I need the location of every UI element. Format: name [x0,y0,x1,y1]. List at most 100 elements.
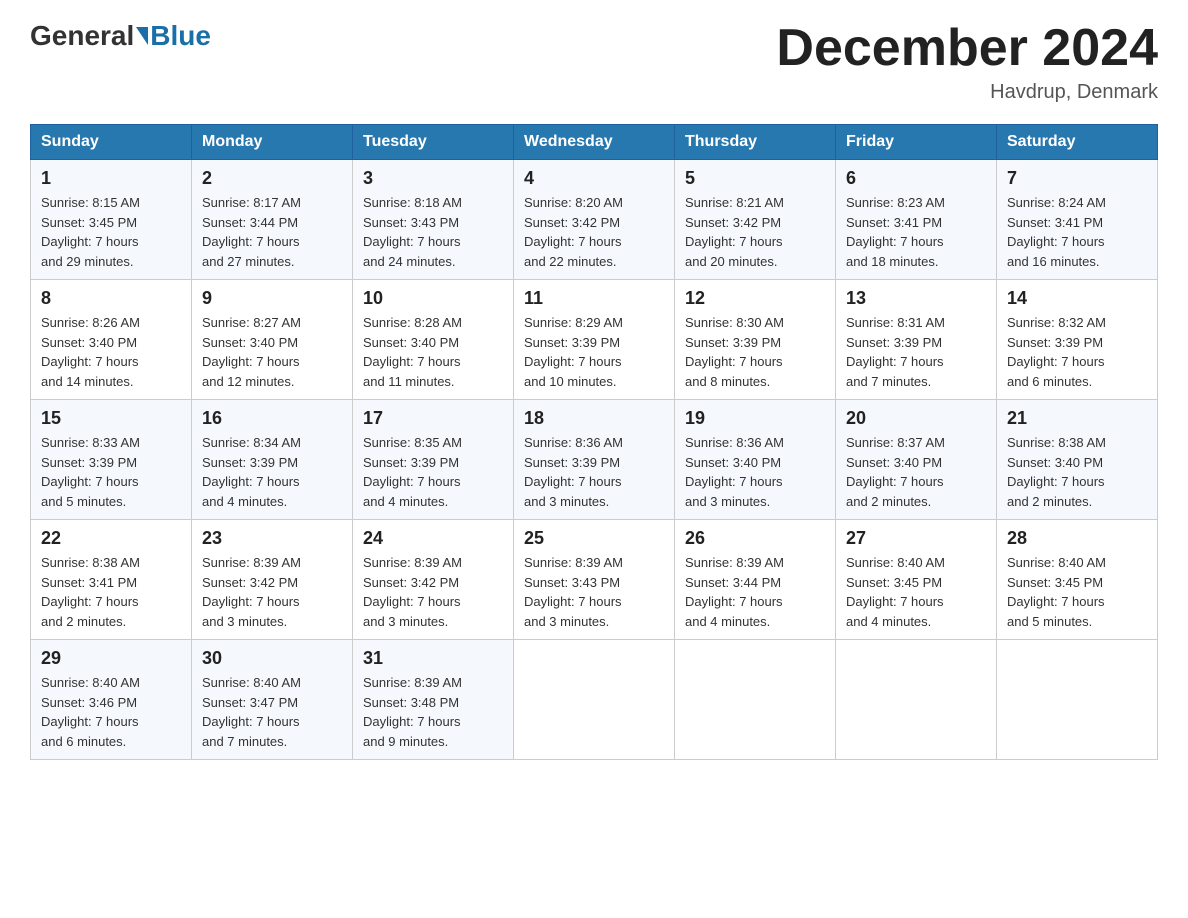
day-info: Sunrise: 8:33 AMSunset: 3:39 PMDaylight:… [41,435,140,509]
calendar-week-5: 29 Sunrise: 8:40 AMSunset: 3:46 PMDaylig… [31,640,1158,760]
day-number: 16 [202,408,342,429]
calendar-week-2: 8 Sunrise: 8:26 AMSunset: 3:40 PMDayligh… [31,280,1158,400]
day-number: 3 [363,168,503,189]
col-tuesday: Tuesday [353,125,514,160]
calendar-header: Sunday Monday Tuesday Wednesday Thursday… [31,125,1158,160]
calendar-cell: 12 Sunrise: 8:30 AMSunset: 3:39 PMDaylig… [675,280,836,400]
calendar-cell: 9 Sunrise: 8:27 AMSunset: 3:40 PMDayligh… [192,280,353,400]
day-info: Sunrise: 8:36 AMSunset: 3:39 PMDaylight:… [524,435,623,509]
day-number: 2 [202,168,342,189]
logo-general-text: General [30,20,134,52]
col-friday: Friday [836,125,997,160]
day-number: 15 [41,408,181,429]
calendar-week-4: 22 Sunrise: 8:38 AMSunset: 3:41 PMDaylig… [31,520,1158,640]
day-number: 30 [202,648,342,669]
day-number: 6 [846,168,986,189]
day-number: 9 [202,288,342,309]
calendar-cell: 15 Sunrise: 8:33 AMSunset: 3:39 PMDaylig… [31,400,192,520]
location-text: Havdrup, Denmark [776,81,1158,104]
calendar-cell: 13 Sunrise: 8:31 AMSunset: 3:39 PMDaylig… [836,280,997,400]
calendar-cell: 22 Sunrise: 8:38 AMSunset: 3:41 PMDaylig… [31,520,192,640]
day-number: 1 [41,168,181,189]
calendar-cell: 25 Sunrise: 8:39 AMSunset: 3:43 PMDaylig… [514,520,675,640]
day-number: 28 [1007,528,1147,549]
calendar-week-1: 1 Sunrise: 8:15 AMSunset: 3:45 PMDayligh… [31,160,1158,280]
calendar-cell: 21 Sunrise: 8:38 AMSunset: 3:40 PMDaylig… [997,400,1158,520]
calendar-cell: 29 Sunrise: 8:40 AMSunset: 3:46 PMDaylig… [31,640,192,760]
calendar-cell: 27 Sunrise: 8:40 AMSunset: 3:45 PMDaylig… [836,520,997,640]
day-info: Sunrise: 8:39 AMSunset: 3:42 PMDaylight:… [202,555,301,629]
day-number: 24 [363,528,503,549]
calendar-cell: 18 Sunrise: 8:36 AMSunset: 3:39 PMDaylig… [514,400,675,520]
calendar-cell: 28 Sunrise: 8:40 AMSunset: 3:45 PMDaylig… [997,520,1158,640]
month-title: December 2024 [776,20,1158,77]
calendar-cell [997,640,1158,760]
page-header: General Blue December 2024 Havdrup, Denm… [30,20,1158,104]
calendar-cell: 4 Sunrise: 8:20 AMSunset: 3:42 PMDayligh… [514,160,675,280]
calendar-cell: 14 Sunrise: 8:32 AMSunset: 3:39 PMDaylig… [997,280,1158,400]
day-number: 20 [846,408,986,429]
day-info: Sunrise: 8:39 AMSunset: 3:44 PMDaylight:… [685,555,784,629]
calendar-cell: 16 Sunrise: 8:34 AMSunset: 3:39 PMDaylig… [192,400,353,520]
col-monday: Monday [192,125,353,160]
calendar-cell: 6 Sunrise: 8:23 AMSunset: 3:41 PMDayligh… [836,160,997,280]
calendar-body: 1 Sunrise: 8:15 AMSunset: 3:45 PMDayligh… [31,160,1158,760]
day-number: 29 [41,648,181,669]
day-info: Sunrise: 8:34 AMSunset: 3:39 PMDaylight:… [202,435,301,509]
calendar-cell [675,640,836,760]
title-area: December 2024 Havdrup, Denmark [776,20,1158,104]
day-number: 22 [41,528,181,549]
day-info: Sunrise: 8:17 AMSunset: 3:44 PMDaylight:… [202,195,301,269]
day-info: Sunrise: 8:15 AMSunset: 3:45 PMDaylight:… [41,195,140,269]
col-thursday: Thursday [675,125,836,160]
day-number: 11 [524,288,664,309]
day-number: 14 [1007,288,1147,309]
day-info: Sunrise: 8:39 AMSunset: 3:42 PMDaylight:… [363,555,462,629]
day-info: Sunrise: 8:32 AMSunset: 3:39 PMDaylight:… [1007,315,1106,389]
day-info: Sunrise: 8:24 AMSunset: 3:41 PMDaylight:… [1007,195,1106,269]
calendar-cell: 7 Sunrise: 8:24 AMSunset: 3:41 PMDayligh… [997,160,1158,280]
day-info: Sunrise: 8:40 AMSunset: 3:45 PMDaylight:… [846,555,945,629]
calendar-cell: 3 Sunrise: 8:18 AMSunset: 3:43 PMDayligh… [353,160,514,280]
day-number: 12 [685,288,825,309]
calendar-cell: 23 Sunrise: 8:39 AMSunset: 3:42 PMDaylig… [192,520,353,640]
calendar-table: Sunday Monday Tuesday Wednesday Thursday… [30,124,1158,760]
day-info: Sunrise: 8:37 AMSunset: 3:40 PMDaylight:… [846,435,945,509]
day-info: Sunrise: 8:27 AMSunset: 3:40 PMDaylight:… [202,315,301,389]
day-number: 5 [685,168,825,189]
calendar-cell: 8 Sunrise: 8:26 AMSunset: 3:40 PMDayligh… [31,280,192,400]
day-number: 10 [363,288,503,309]
calendar-cell: 11 Sunrise: 8:29 AMSunset: 3:39 PMDaylig… [514,280,675,400]
day-info: Sunrise: 8:18 AMSunset: 3:43 PMDaylight:… [363,195,462,269]
col-saturday: Saturday [997,125,1158,160]
day-number: 27 [846,528,986,549]
day-number: 21 [1007,408,1147,429]
day-info: Sunrise: 8:30 AMSunset: 3:39 PMDaylight:… [685,315,784,389]
day-number: 13 [846,288,986,309]
calendar-cell: 30 Sunrise: 8:40 AMSunset: 3:47 PMDaylig… [192,640,353,760]
day-info: Sunrise: 8:26 AMSunset: 3:40 PMDaylight:… [41,315,140,389]
logo: General Blue [30,20,211,52]
day-info: Sunrise: 8:39 AMSunset: 3:48 PMDaylight:… [363,675,462,749]
day-number: 26 [685,528,825,549]
calendar-cell: 10 Sunrise: 8:28 AMSunset: 3:40 PMDaylig… [353,280,514,400]
day-info: Sunrise: 8:35 AMSunset: 3:39 PMDaylight:… [363,435,462,509]
calendar-cell: 1 Sunrise: 8:15 AMSunset: 3:45 PMDayligh… [31,160,192,280]
day-info: Sunrise: 8:39 AMSunset: 3:43 PMDaylight:… [524,555,623,629]
calendar-cell [836,640,997,760]
day-number: 8 [41,288,181,309]
day-info: Sunrise: 8:28 AMSunset: 3:40 PMDaylight:… [363,315,462,389]
day-number: 4 [524,168,664,189]
calendar-cell: 2 Sunrise: 8:17 AMSunset: 3:44 PMDayligh… [192,160,353,280]
calendar-cell: 24 Sunrise: 8:39 AMSunset: 3:42 PMDaylig… [353,520,514,640]
calendar-cell: 5 Sunrise: 8:21 AMSunset: 3:42 PMDayligh… [675,160,836,280]
calendar-cell: 31 Sunrise: 8:39 AMSunset: 3:48 PMDaylig… [353,640,514,760]
day-info: Sunrise: 8:40 AMSunset: 3:47 PMDaylight:… [202,675,301,749]
day-info: Sunrise: 8:23 AMSunset: 3:41 PMDaylight:… [846,195,945,269]
day-number: 31 [363,648,503,669]
calendar-week-3: 15 Sunrise: 8:33 AMSunset: 3:39 PMDaylig… [31,400,1158,520]
day-info: Sunrise: 8:36 AMSunset: 3:40 PMDaylight:… [685,435,784,509]
day-info: Sunrise: 8:40 AMSunset: 3:46 PMDaylight:… [41,675,140,749]
day-number: 17 [363,408,503,429]
calendar-cell: 17 Sunrise: 8:35 AMSunset: 3:39 PMDaylig… [353,400,514,520]
